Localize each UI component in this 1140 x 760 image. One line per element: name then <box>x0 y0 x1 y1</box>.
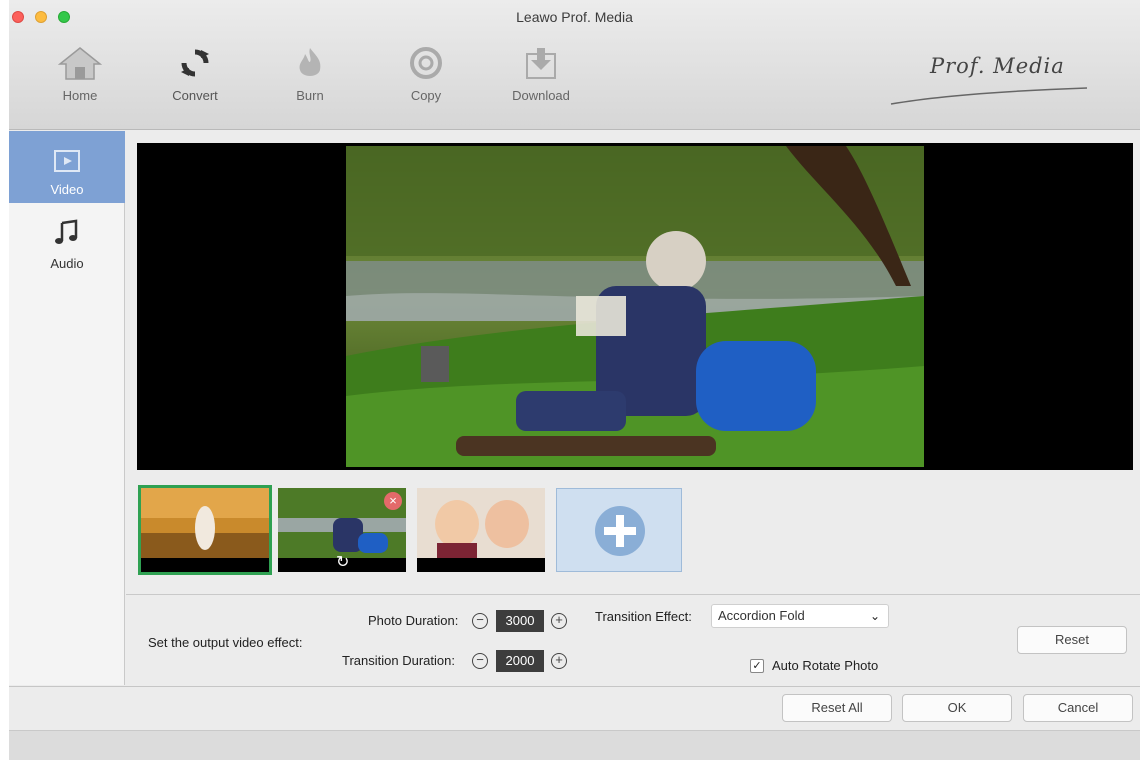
toolbar-copy-button[interactable]: Copy <box>386 46 466 114</box>
home-icon <box>58 47 102 80</box>
video-icon <box>54 150 80 172</box>
transition-duration-input[interactable]: 2000 <box>496 650 544 672</box>
preview-photo <box>346 146 924 467</box>
copy-icon <box>410 47 442 79</box>
photo-duration-input[interactable]: 3000 <box>496 610 544 632</box>
ok-button[interactable]: OK <box>902 694 1012 722</box>
toolbar-download-button[interactable]: Download <box>501 46 581 114</box>
rotate-icon[interactable]: ↻ <box>336 552 349 572</box>
sidebar: Video Audio <box>9 131 125 685</box>
sidebar-item-label: Video <box>50 182 84 197</box>
toolbar-home-label: Home <box>62 88 98 103</box>
auto-rotate-checkbox[interactable]: ✓ <box>750 659 764 673</box>
toolbar-download-label: Download <box>512 88 570 103</box>
main-panel: ↻ × Set the output video effect: Photo D… <box>126 131 1140 685</box>
effects-set-label: Set the output video effect: <box>148 635 303 650</box>
toolbar-burn-label: Burn <box>296 88 324 103</box>
thumbnail-photo-2[interactable]: ↻ × <box>278 488 406 572</box>
preview-area <box>137 143 1133 470</box>
reset-all-button[interactable]: Reset All <box>782 694 892 722</box>
sidebar-item-video[interactable]: Video <box>9 131 125 203</box>
brand-logo: Prof. Media <box>930 54 1065 78</box>
chevron-down-icon: ⌄ <box>869 609 880 623</box>
burn-icon <box>299 48 321 76</box>
transition-duration-label: Transition Duration: <box>342 653 455 668</box>
reset-button[interactable]: Reset <box>1017 626 1127 654</box>
photo-duration-decrease-icon[interactable]: − <box>472 613 488 629</box>
add-photo-button[interactable] <box>556 488 682 572</box>
toolbar-home-button[interactable]: Home <box>40 46 120 114</box>
transition-duration-decrease-icon[interactable]: − <box>472 653 488 669</box>
transition-effect-label: Transition Effect: <box>595 609 692 624</box>
brand-swoosh-icon <box>890 87 1088 105</box>
thumbnail-photo-1[interactable] <box>138 485 272 575</box>
music-note-icon <box>55 219 78 244</box>
sidebar-item-label: Audio <box>50 256 84 271</box>
transition-effect-select[interactable]: Accordion Fold ⌄ <box>711 604 889 628</box>
plus-circle-icon <box>595 506 645 556</box>
sidebar-item-audio[interactable]: Audio <box>9 205 125 277</box>
toolbar-convert-label: Convert <box>172 88 218 103</box>
photo-duration-label: Photo Duration: <box>368 613 459 628</box>
toolbar-copy-label: Copy <box>410 88 442 103</box>
thumbnail-photo-3[interactable] <box>417 488 545 572</box>
convert-icon <box>181 49 209 77</box>
status-bar <box>9 730 1140 760</box>
effects-panel: Set the output video effect: Photo Durat… <box>126 594 1140 685</box>
toolbar-burn-button[interactable]: Burn <box>270 46 350 114</box>
window-title: Leawo Prof. Media <box>516 9 633 25</box>
auto-rotate-label: Auto Rotate Photo <box>772 658 879 673</box>
footer-bar: Reset All OK Cancel <box>9 686 1140 730</box>
cancel-button[interactable]: Cancel <box>1023 694 1133 722</box>
toolbar: Leawo Prof. Media Home Convert Burn Copy… <box>9 0 1140 130</box>
transition-duration-increase-icon[interactable]: + <box>551 653 567 669</box>
thumbnail-strip: ↻ × <box>126 478 1140 588</box>
download-icon <box>526 48 556 79</box>
photo-duration-increase-icon[interactable]: + <box>551 613 567 629</box>
app-window: Leawo Prof. Media Home Convert Burn Copy… <box>9 0 1140 760</box>
transition-effect-value: Accordion Fold <box>718 608 805 623</box>
toolbar-convert-button[interactable]: Convert <box>155 46 235 114</box>
remove-thumbnail-icon[interactable]: × <box>384 492 402 510</box>
